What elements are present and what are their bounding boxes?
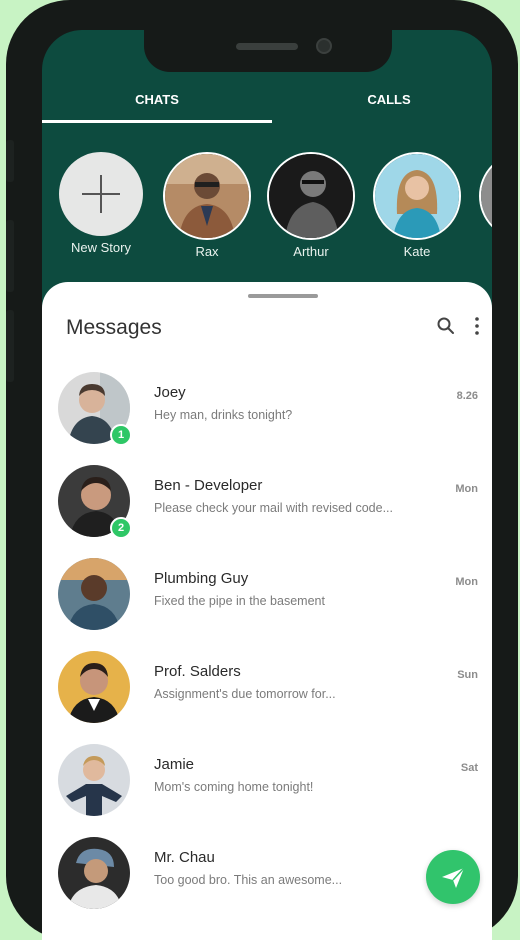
message-preview: Please check your mail with revised code…: [154, 501, 393, 515]
story-avatar-image: [269, 154, 353, 238]
story-avatar-image: [481, 154, 492, 238]
search-icon[interactable]: [436, 316, 456, 336]
side-button: [6, 310, 14, 382]
message-preview: Assignment's due tomorrow for...: [154, 687, 336, 701]
active-tab-indicator: [42, 120, 272, 123]
message-preview: Fixed the pipe in the basement: [154, 594, 325, 608]
plus-icon: [100, 175, 102, 213]
phone-frame: CHATS CALLS New Story Rax Arthur Kate Me…: [6, 0, 518, 940]
drag-handle[interactable]: [248, 294, 318, 298]
app-screen: CHATS CALLS New Story Rax Arthur Kate Me…: [42, 30, 492, 940]
story-avatar: [163, 152, 251, 240]
story-label: New Story: [71, 240, 131, 255]
send-icon: [442, 867, 465, 888]
story-rax[interactable]: Rax: [162, 152, 252, 259]
story-label: Kate: [403, 244, 431, 259]
stories-row: New Story Rax Arthur Kate: [42, 152, 492, 264]
story-label: Rax: [195, 244, 219, 259]
avatar: [58, 651, 130, 723]
message-time: Sun: [457, 669, 478, 681]
compose-button[interactable]: [426, 850, 480, 904]
contact-name: Joey: [154, 384, 186, 401]
avatar: [58, 744, 130, 816]
avatar: [58, 837, 130, 909]
chat-row-prof-salders[interactable]: Prof. Salders Assignment's due tomorrow …: [42, 651, 492, 744]
new-story-button[interactable]: New Story: [56, 152, 146, 255]
chat-row-mr-chau[interactable]: Mr. Chau Too good bro. This an awesome..…: [42, 837, 492, 930]
story-label: Arthur: [293, 244, 329, 259]
unread-badge: 2: [110, 517, 132, 539]
chat-row-plumbing-guy[interactable]: Plumbing Guy Fixed the pipe in the basem…: [42, 558, 492, 651]
story-avatar-image: [165, 154, 249, 238]
contact-name: Mr. Chau: [154, 849, 215, 866]
side-button: [6, 140, 14, 182]
tab-chats[interactable]: CHATS: [42, 92, 272, 107]
contact-name: Plumbing Guy: [154, 570, 249, 587]
story-avatar: [267, 152, 355, 240]
tab-calls[interactable]: CALLS: [274, 92, 492, 107]
story-avatar-image: [375, 154, 459, 238]
more-vertical-icon[interactable]: [470, 316, 484, 336]
message-time: 8.26: [456, 390, 478, 402]
message-preview: Mom's coming home tonight!: [154, 780, 314, 794]
contact-name: Jamie: [154, 756, 195, 773]
speaker: [236, 43, 298, 50]
story-avatar: [479, 152, 492, 240]
contact-name: Prof. Salders: [154, 663, 241, 680]
avatar: [58, 558, 130, 630]
message-time: Mon: [455, 483, 478, 495]
new-story-circle: [59, 152, 143, 236]
messages-sheet: Messages 1 Joey Hey man, drinks tonight?…: [42, 282, 492, 940]
message-time: Sat: [460, 762, 478, 774]
side-button: [6, 220, 14, 292]
message-time: Mon: [455, 576, 478, 588]
messages-title: Messages: [66, 316, 162, 339]
story-arthur[interactable]: Arthur: [266, 152, 356, 259]
story-avatar: [373, 152, 461, 240]
chat-row-joey[interactable]: 1 Joey Hey man, drinks tonight? 8.26: [42, 372, 492, 465]
message-preview: Too good bro. This an awesome...: [154, 873, 343, 887]
message-preview: Hey man, drinks tonight?: [154, 408, 293, 422]
story-partial[interactable]: [478, 152, 492, 240]
unread-badge: 1: [110, 424, 132, 446]
contact-name: Ben - Developer: [154, 477, 263, 494]
chat-row-jamie[interactable]: Jamie Mom's coming home tonight! Sat: [42, 744, 492, 837]
story-kate[interactable]: Kate: [372, 152, 462, 259]
chat-row-ben-developer[interactable]: 2 Ben - Developer Please check your mail…: [42, 465, 492, 558]
notch: [144, 30, 392, 72]
front-camera: [316, 38, 332, 54]
